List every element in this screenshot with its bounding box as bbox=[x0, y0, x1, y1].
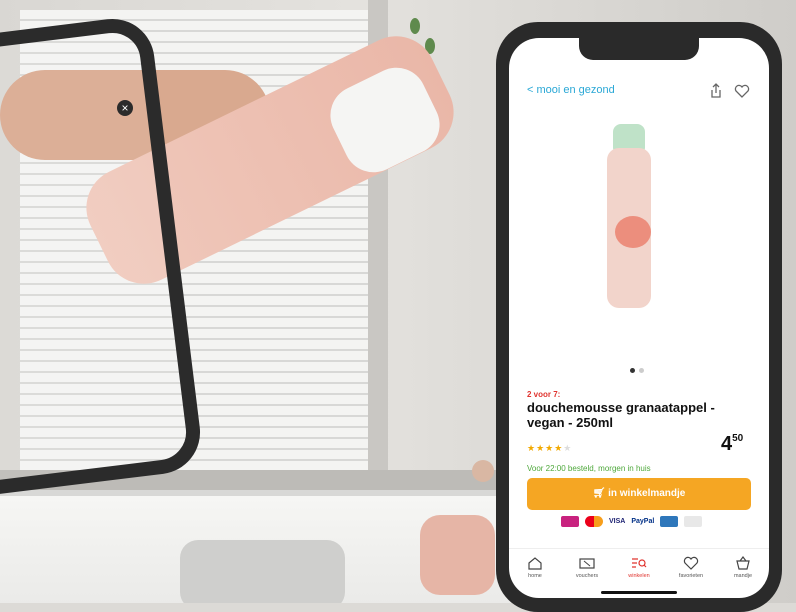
cream-jar bbox=[472, 460, 494, 482]
phone-notch bbox=[579, 38, 699, 60]
towel bbox=[180, 540, 345, 603]
paypal-icon: PayPal bbox=[631, 518, 655, 525]
product-body bbox=[607, 148, 651, 308]
mastercard-icon bbox=[585, 516, 603, 527]
nav-label: mandje bbox=[733, 573, 753, 579]
back-link-label: mooi en gezond bbox=[536, 84, 615, 96]
product-image[interactable] bbox=[603, 124, 673, 324]
home-icon bbox=[528, 557, 542, 570]
add-to-cart-button[interactable]: 🛒︎ in winkelmandje bbox=[527, 478, 751, 510]
basket-icon bbox=[736, 556, 750, 570]
back-link[interactable]: < mooi en gezond bbox=[527, 84, 615, 96]
favorite-icon[interactable] bbox=[733, 82, 751, 100]
home-indicator bbox=[601, 591, 677, 594]
voucher-icon bbox=[579, 558, 595, 569]
add-to-cart-label: in winkelmandje bbox=[608, 488, 686, 499]
product-label-graphic bbox=[615, 216, 651, 248]
app-screen: < mooi en gezond 2 voor 7: douchemousse … bbox=[509, 38, 769, 598]
pagination-dot[interactable] bbox=[630, 368, 635, 373]
nav-label: home bbox=[528, 573, 542, 579]
giftcard-icon bbox=[684, 516, 703, 527]
product-title: douchemousse granaatappel - vegan - 250m… bbox=[527, 400, 715, 430]
promo-label: 2 voor 7: bbox=[527, 390, 561, 399]
price: 450 bbox=[721, 433, 743, 456]
heart-icon bbox=[683, 556, 699, 570]
price-cents: 50 bbox=[732, 433, 744, 444]
search-list-icon bbox=[632, 558, 647, 568]
cart-icon: 🛒︎ bbox=[592, 488, 609, 499]
price-main: 4 bbox=[721, 433, 733, 455]
close-icon[interactable]: × bbox=[117, 100, 133, 116]
pagination-dot[interactable] bbox=[639, 368, 644, 373]
payment-methods: VISA PayPal bbox=[561, 516, 703, 527]
share-icon[interactable] bbox=[707, 82, 725, 100]
pink-cloth bbox=[420, 515, 495, 595]
visa-icon: VISA bbox=[609, 518, 626, 525]
nav-mandje[interactable]: mandje bbox=[718, 549, 768, 598]
image-pagination bbox=[628, 360, 646, 378]
delivery-info: Voor 22:00 besteld, morgen in huis bbox=[527, 464, 651, 473]
nav-home[interactable]: home bbox=[510, 549, 560, 598]
nav-label: favorieten bbox=[678, 573, 704, 579]
app-header: < mooi en gezond bbox=[509, 82, 769, 104]
rating-stars[interactable]: ★★★★★ bbox=[527, 443, 572, 454]
ideal-icon bbox=[561, 516, 579, 527]
nav-label: vouchers bbox=[575, 573, 599, 579]
phone-device: < mooi en gezond 2 voor 7: douchemousse … bbox=[496, 22, 782, 612]
nav-label: winkelen bbox=[628, 573, 650, 579]
amex-icon bbox=[660, 516, 679, 527]
